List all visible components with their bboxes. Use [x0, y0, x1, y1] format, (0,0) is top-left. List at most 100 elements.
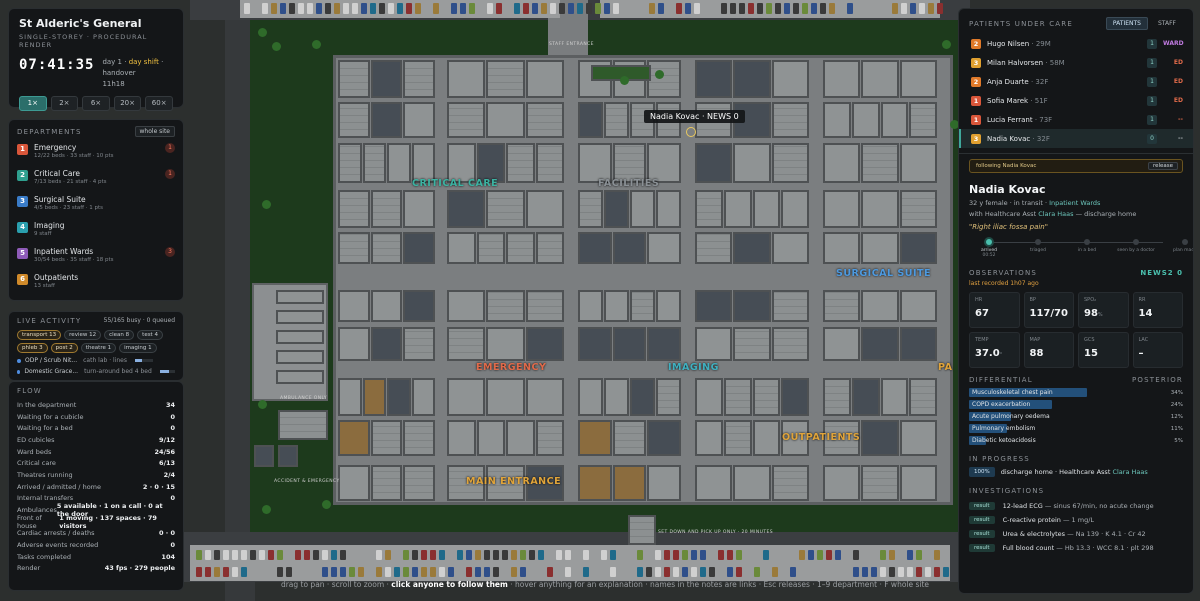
tree [942, 40, 951, 49]
speed-button-4[interactable]: 20× [113, 96, 142, 111]
zone-label: PA [938, 362, 953, 373]
speed-button-2[interactable]: 2× [50, 96, 79, 111]
whole-site-button[interactable]: whole site [134, 126, 175, 137]
room [771, 327, 809, 361]
vital-card[interactable]: GCS 15 [1078, 332, 1129, 368]
tab-patients[interactable]: PATIENTS [1105, 17, 1148, 30]
parked-car [655, 567, 661, 577]
diagnosis-name: Acute pulmonary oedema [972, 413, 1050, 420]
escort-role: with Healthcare Asst [969, 210, 1037, 218]
parked-car [835, 550, 841, 560]
tree [620, 76, 629, 85]
patient-row[interactable]: 3 Nadia Kovac · 32F 0 -- [959, 129, 1193, 148]
speed-button-5[interactable]: 60× [145, 96, 173, 111]
patient-row-age: · 73F [1034, 115, 1053, 124]
speed-button-1[interactable]: 1× [19, 96, 47, 111]
department-item[interactable]: 6 Outpatients 13 staff [17, 273, 175, 293]
parked-car [937, 3, 943, 14]
hospital-map[interactable]: CRITICAL CARE FACILITIES SURGICAL SUITE EME… [0, 0, 1200, 601]
activity-chip[interactable]: transport 13 [17, 330, 62, 340]
vital-card[interactable]: LAC – [1132, 332, 1183, 368]
activity-chip[interactable]: clean 8 [104, 330, 135, 340]
parked-car [718, 550, 724, 560]
posterior-value: 12% [1170, 413, 1183, 420]
in-progress-staff-link[interactable]: Clara Haas [1112, 468, 1147, 476]
parked-car [271, 3, 277, 14]
patient-row[interactable]: 1 Lucia Ferrant · 73F 1 -- [959, 110, 1193, 129]
investigation-row[interactable]: result Full blood count — Hb 13.3 · WCC 8… [959, 541, 1193, 555]
timeline-step: seen by a doctor [1116, 238, 1156, 253]
flow-row: Tasks completed 104 [17, 551, 175, 563]
parked-car [919, 3, 925, 14]
vital-unit: % [1097, 312, 1103, 318]
differential-item[interactable]: COPD exacerbation 24% [969, 399, 1183, 410]
activity-chips: transport 13 review 12 clean 8 test 4 phleb … [17, 330, 175, 353]
activity-chip[interactable]: review 12 [64, 330, 102, 340]
department-item[interactable]: 4 Imaging 9 staff [17, 221, 175, 241]
differential-item[interactable]: Diabetic ketoacidosis 5% [969, 435, 1183, 446]
timeline-label: seen by a doctor [1117, 248, 1155, 253]
tab-staff[interactable]: STAFF [1151, 17, 1183, 30]
room [578, 378, 603, 416]
investigation-result: — Hb 13.3 · WCC 8.1 · plt 298 [1056, 544, 1154, 552]
investigation-name: C-reactive protein [1002, 516, 1061, 524]
parked-car [514, 3, 520, 14]
room [486, 190, 525, 228]
timeline-dot [1084, 239, 1090, 245]
parked-car [430, 567, 436, 577]
vital-card[interactable]: TEMP 37.0° [969, 332, 1020, 368]
investigation-row[interactable]: result 12-lead ECG — sinus 67/min, no acu… [959, 499, 1193, 513]
room [411, 378, 435, 416]
vital-card[interactable]: MAP 88 [1023, 332, 1074, 368]
parked-car [343, 3, 349, 14]
vital-value-wrap: 88 [1030, 348, 1069, 359]
investigation-row[interactable]: result Urea & electrolytes — Na 139 · K 4… [959, 527, 1193, 541]
parked-car [376, 567, 382, 577]
activity-chip[interactable]: phleb 3 [17, 343, 48, 353]
patient-location: ED [1173, 59, 1183, 66]
release-button[interactable]: release [1147, 162, 1178, 170]
activity-task[interactable]: Domestic Grace... turn-around bed 4 bed [17, 368, 175, 375]
parked-car [304, 550, 310, 560]
room [486, 102, 525, 138]
room [535, 420, 564, 456]
activity-chip[interactable]: theatre 1 [80, 343, 117, 353]
differential-item[interactable]: Musculoskeletal chest pain 34% [969, 387, 1183, 398]
activity-chip[interactable]: test 4 [137, 330, 163, 340]
vital-card[interactable]: SPO₂ 98% [1078, 292, 1129, 328]
vital-card[interactable]: RR 14 [1132, 292, 1183, 328]
parked-car [475, 567, 481, 577]
vital-card[interactable]: HR 67 [969, 292, 1020, 328]
task-count: 1 [1147, 114, 1157, 125]
parked-car [439, 567, 445, 577]
differential-item[interactable]: Acute pulmonary oedema 12% [969, 411, 1183, 422]
escort-link[interactable]: Clara Haas [1038, 210, 1073, 218]
room [506, 232, 535, 264]
department-item[interactable]: 2 Critical Care 7/13 beds · 21 staff · 4 p… [17, 169, 175, 189]
parked-car [277, 567, 283, 577]
parked-car [583, 567, 589, 577]
activity-task[interactable]: ODP / Scrub Nit... cath lab · lines [17, 357, 175, 364]
differential-item[interactable]: Pulmonary embolism 11% [969, 423, 1183, 434]
alert-badge: 1 [165, 169, 175, 179]
followed-patient-marker[interactable] [686, 127, 696, 137]
patient-row[interactable]: 2 Anja Duarte · 32F 1 ED [959, 72, 1193, 91]
destination-link[interactable]: Inpatient Wards [1049, 199, 1100, 207]
patient-row[interactable]: 2 Hugo Nilsen · 29M 1 WARD [959, 34, 1193, 53]
department-item[interactable]: 5 Inpatient Wards 30/54 beds · 35 staff · … [17, 247, 175, 267]
parked-car [790, 567, 796, 577]
activity-chip[interactable]: imaging 1 [119, 343, 157, 353]
department-item[interactable]: 1 Emergency 12/22 beds · 33 staff · 10 pts… [17, 143, 175, 163]
investigations-list: result 12-lead ECG — sinus 67/min, no acu… [959, 499, 1193, 555]
speed-button-3[interactable]: 6× [82, 96, 110, 111]
vital-card[interactable]: BP 117/70 [1023, 292, 1074, 328]
investigation-row[interactable]: result C-reactive protein — 1 mg/L [959, 513, 1193, 527]
parked-car [421, 550, 427, 560]
parked-car [853, 567, 859, 577]
patient-row[interactable]: 1 Sofia Marek · 51F 1 ED [959, 91, 1193, 110]
department-item[interactable]: 3 Surgical Suite 4/5 beds · 23 staff · 1 p… [17, 195, 175, 215]
day-info: day 1 · day shift · handover 11h18 [102, 57, 173, 90]
flow-value: 0 [170, 541, 175, 550]
patient-row[interactable]: 3 Milan Halvorsen · 58M 1 ED [959, 53, 1193, 72]
activity-chip[interactable]: post 2 [50, 343, 78, 353]
